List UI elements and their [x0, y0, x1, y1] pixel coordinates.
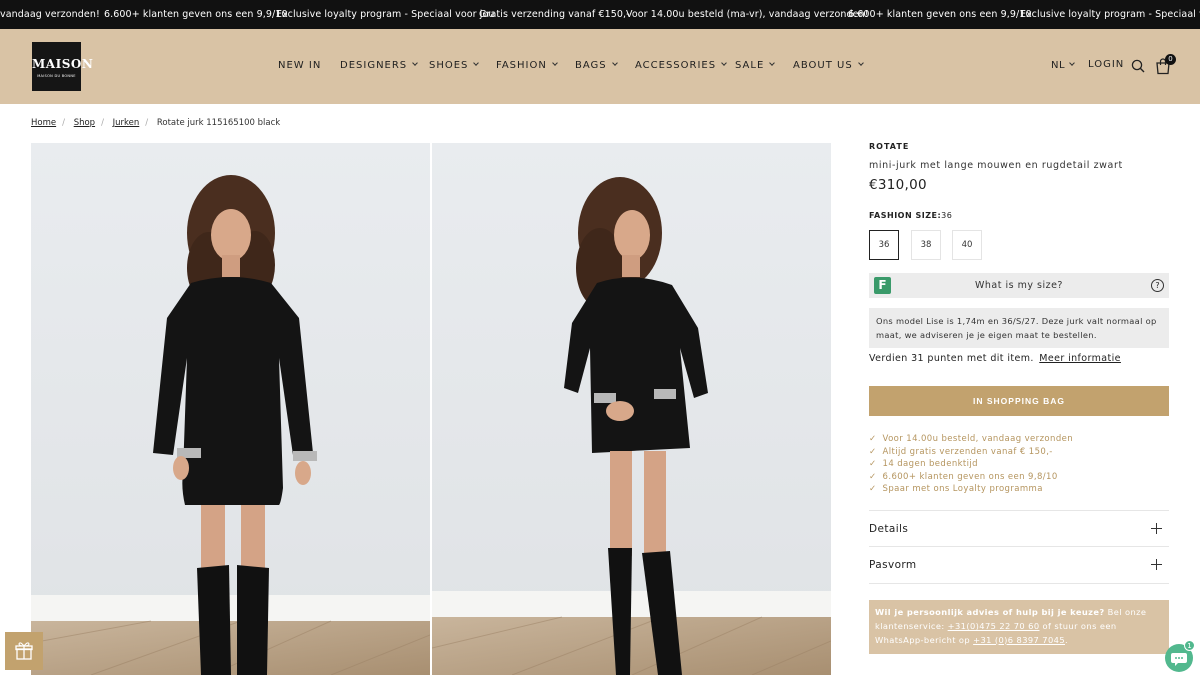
check-icon: ✓ [869, 434, 877, 444]
chevron-down-icon [721, 60, 727, 66]
chevron-down-icon [473, 60, 480, 66]
announcement-message: Gratis verzending vanaf €150,- [479, 9, 630, 20]
check-icon: ✓ [869, 446, 877, 457]
usp-text: Voor 14.00u besteld, vandaag verzonden [882, 434, 1074, 444]
fit-finder-button[interactable]: F What is my size? ? [869, 273, 1169, 298]
size-label: FASHION SIZE:36 [869, 211, 952, 220]
language-selector[interactable]: NL [1051, 60, 1075, 71]
search-icon[interactable] [1131, 59, 1145, 73]
usp-text: 6.600+ klanten geven ons een 9,8/10 [882, 471, 1058, 482]
loyalty-more-info-link[interactable]: Meer informatie [1039, 353, 1121, 364]
nav-item-sale[interactable]: SALE [735, 60, 776, 71]
fit-finder-label: What is my size? [975, 280, 1063, 291]
usp-list: ✓ Voor 14.00u besteld, vandaag verzonden … [869, 433, 1079, 496]
check-icon: ✓ [869, 471, 877, 482]
breadcrumb-separator: / [62, 118, 65, 128]
phone-link[interactable]: +31(0)475 22 70 60 [948, 621, 1040, 631]
language-label: NL [1051, 60, 1066, 71]
nav-label: SHOES [429, 60, 469, 71]
nav-item-new-in[interactable]: NEW IN [278, 60, 321, 71]
accordion-title: Details [869, 523, 909, 535]
announcement-message: Exclusive loyalty program - Speciaal voo… [276, 9, 495, 20]
check-icon: ✓ [869, 484, 877, 494]
product-image-front[interactable] [31, 143, 430, 675]
nav-item-accessories[interactable]: ACCESSORIES [635, 60, 727, 71]
nav-label: SALE [735, 60, 765, 71]
nav-label: BAGS [575, 60, 607, 71]
breadcrumb: Home / Shop / Jurken / Rotate jurk 11516510… [31, 118, 280, 128]
usp-text: Spaar met ons Loyalty programma [882, 484, 1043, 494]
announcement-message: vandaag verzonden! [0, 9, 100, 20]
loyalty-points: Verdien 31 punten met dit item. Meer inf… [869, 353, 1121, 364]
product-price: €310,00 [869, 177, 927, 193]
breadcrumb-link-shop[interactable]: Shop [74, 118, 95, 128]
nav-label: ABOUT US [793, 60, 853, 71]
breadcrumb-current: Rotate jurk 115165100 black [156, 118, 281, 128]
add-to-cart-button[interactable]: IN SHOPPING BAG [869, 386, 1169, 416]
chevron-down-icon [1069, 60, 1075, 66]
customer-service-box: Wil je persoonlijk advies of hulp bij je… [869, 600, 1169, 654]
usp-item: ✓ 6.600+ klanten geven ons een 9,8/10 [869, 471, 1079, 484]
cart-count-badge: 0 [1165, 54, 1176, 65]
usp-item: ✓ 14 dagen bedenktijd [869, 458, 1079, 471]
gift-icon [15, 642, 33, 660]
chevron-down-icon [412, 60, 419, 66]
help-text: . [1065, 634, 1069, 645]
whatsapp-link[interactable]: +31 (0)6 8397 7045 [973, 635, 1065, 645]
chevron-down-icon [611, 60, 618, 66]
announcement-bar: vandaag verzonden! 6.600+ klanten geven … [0, 0, 1200, 29]
login-link[interactable]: LOGIN [1088, 59, 1124, 70]
usp-text: 14 dagen bedenktijd [882, 459, 978, 469]
breadcrumb-link-jurken[interactable]: Jurken [113, 118, 140, 128]
accordion-pasvorm[interactable]: Pasvorm [869, 547, 1169, 584]
accordion-details[interactable]: Details [869, 510, 1169, 547]
nav-item-fashion[interactable]: FASHION [496, 60, 558, 71]
announcement-message: Voor 14.00u besteld (ma-vr), vandaag ver… [626, 9, 869, 20]
model-size-note: Ons model Lise is 1,74m en 36/S/27. Deze… [869, 308, 1169, 348]
logo-text: MAISON [32, 57, 94, 71]
accordion-title: Pasvorm [869, 559, 917, 571]
size-label-title: FASHION SIZE: [869, 211, 942, 220]
help-lead: Wil je persoonlijk advies of hulp bij je… [875, 607, 1105, 617]
chevron-down-icon [552, 60, 558, 66]
site-header: MAISON MAISON DU BONNE NEW IN DESIGNERS … [0, 29, 1200, 104]
nav-item-about-us[interactable]: ABOUT US [793, 60, 864, 71]
announcement-message: Exclusive loyalty program - Speciaal voo… [1020, 9, 1200, 20]
nav-item-designers[interactable]: DESIGNERS [340, 60, 419, 71]
selected-size-value: 36 [941, 211, 953, 220]
chevron-down-icon [769, 60, 776, 66]
usp-item: ✓ Voor 14.00u besteld, vandaag verzonden [869, 433, 1079, 446]
product-brand[interactable]: ROTATE [869, 142, 909, 151]
loyalty-gift-button[interactable] [5, 632, 43, 670]
breadcrumb-separator: / [145, 118, 149, 128]
loyalty-points-text: Verdien 31 punten met dit item. [869, 353, 1034, 364]
plus-icon [1151, 523, 1162, 534]
usp-text: Altijd gratis verzenden vanaf € 150,- [882, 446, 1053, 457]
check-icon: ✓ [869, 459, 877, 469]
usp-item: ✓ Spaar met ons Loyalty programma [869, 483, 1079, 496]
help-icon[interactable]: ? [1151, 279, 1164, 292]
nav-item-shoes[interactable]: SHOES [429, 60, 480, 71]
size-option-36[interactable]: 36 [869, 230, 899, 260]
chevron-down-icon [857, 60, 864, 66]
product-subtitle: mini-jurk met lange mouwen en rugdetail … [869, 160, 1123, 171]
site-logo[interactable]: MAISON MAISON DU BONNE [32, 42, 94, 91]
logo-tagline: MAISON DU BONNE [37, 74, 76, 78]
chat-notification-badge: 1 [1184, 640, 1195, 651]
nav-label: FASHION [496, 60, 547, 71]
size-option-38[interactable]: 38 [911, 230, 941, 260]
nav-item-bags[interactable]: BAGS [575, 60, 618, 71]
usp-item: ✓ Altijd gratis verzenden vanaf € 150,- [869, 446, 1079, 459]
nav-label: NEW IN [278, 60, 322, 71]
size-option-40[interactable]: 40 [952, 230, 982, 260]
plus-icon [1151, 559, 1162, 570]
nav-label: ACCESSORIES [635, 60, 717, 71]
announcement-message: 6.600+ klanten geven ons een 9,9/10 [104, 9, 288, 20]
breadcrumb-link-home[interactable]: Home [31, 118, 56, 128]
announcement-message: 6.600+ klanten geven ons een 9,9/10 [848, 9, 1032, 20]
product-image-side[interactable] [432, 143, 831, 675]
breadcrumb-separator: / [101, 118, 104, 128]
nav-label: DESIGNERS [340, 60, 408, 71]
